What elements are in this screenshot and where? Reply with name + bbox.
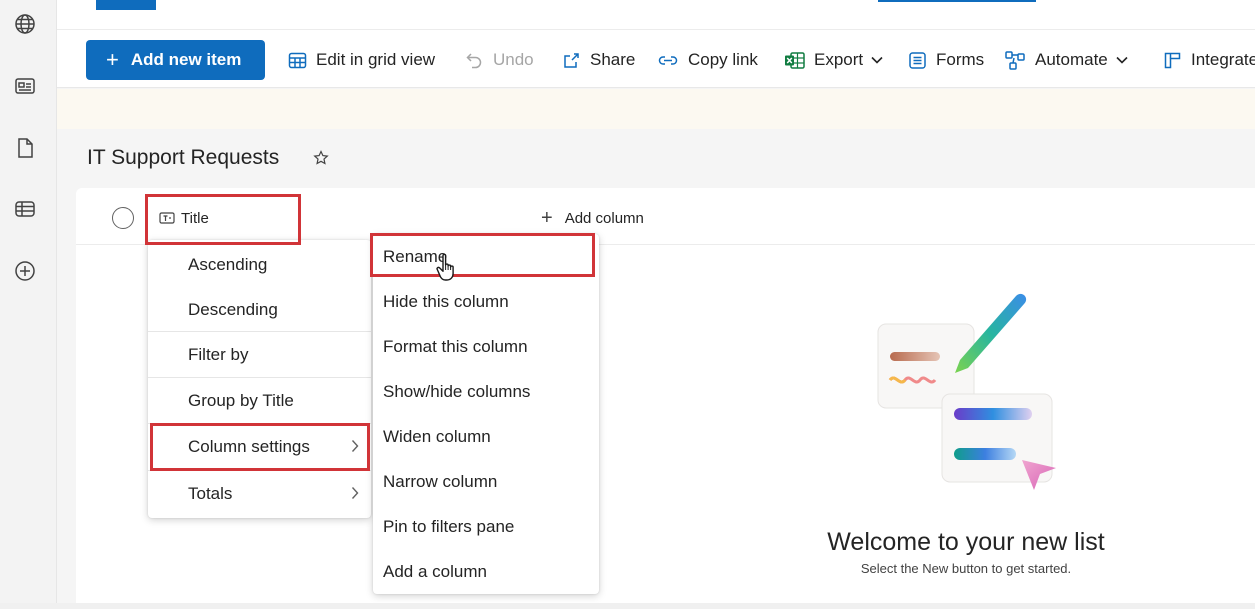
menu-item-totals[interactable]: Totals <box>148 471 371 517</box>
undo-button[interactable]: Undo <box>465 48 534 72</box>
add-column-button[interactable]: + Add column <box>541 207 644 229</box>
excel-icon <box>785 51 805 69</box>
submenu-item-narrow-column[interactable]: Narrow column <box>373 459 599 504</box>
star-icon[interactable] <box>313 150 329 171</box>
menu-item-filter-by[interactable]: Filter by <box>148 332 371 378</box>
export-button[interactable]: Export <box>784 48 892 72</box>
undo-icon <box>466 52 482 68</box>
bottom-edge <box>0 603 1255 609</box>
list-icon[interactable] <box>12 196 38 222</box>
menu-item-group-by-title[interactable]: Group by Title <box>148 378 371 424</box>
submenu-item-show-hide-columns[interactable]: Show/hide columns <box>373 369 599 414</box>
add-new-item-button[interactable]: + Add new item <box>86 40 265 80</box>
menu-item-descending[interactable]: Descending <box>148 287 371 333</box>
submenu-item-add-column[interactable]: Add a column <box>373 549 599 594</box>
hand-cursor-icon <box>435 252 461 287</box>
globe-icon[interactable] <box>12 11 38 37</box>
news-icon[interactable] <box>12 73 38 99</box>
submenu-item-widen-column[interactable]: Widen column <box>373 414 599 459</box>
empty-list-illustration <box>872 290 1072 505</box>
chevron-down-icon <box>1116 56 1128 64</box>
edit-grid-view-button[interactable]: Edit in grid view <box>288 48 435 72</box>
list-header-row <box>76 188 1255 245</box>
submenu-item-format-column[interactable]: Format this column <box>373 324 599 369</box>
menu-item-column-settings[interactable]: Column settings <box>148 424 371 470</box>
chevron-right-icon <box>351 438 359 458</box>
grid-icon <box>288 52 307 68</box>
plus-icon: + <box>541 207 553 229</box>
select-all-checkbox[interactable] <box>112 207 134 229</box>
empty-state-subtext: Select the New button to get started. <box>860 561 1072 576</box>
integrate-button[interactable]: Integrate <box>1163 48 1255 72</box>
empty-state-heading: Welcome to your new list <box>827 528 1105 556</box>
submenu-item-rename[interactable]: Rename <box>373 234 599 279</box>
automate-button[interactable]: Automate <box>1004 48 1137 72</box>
page-title: IT Support Requests <box>87 146 280 169</box>
left-rail <box>0 0 57 609</box>
share-button[interactable]: Share <box>562 48 635 72</box>
column-header-title[interactable]: Title <box>159 207 209 229</box>
chevron-down-icon <box>871 56 883 64</box>
forms-icon <box>909 51 926 69</box>
chevron-right-icon <box>351 485 359 505</box>
command-bar: + Add new item Edit in grid view Undo Sh… <box>57 30 1255 88</box>
column-settings-submenu: Rename Hide this column Format this colu… <box>373 234 599 594</box>
submenu-item-hide-column[interactable]: Hide this column <box>373 279 599 324</box>
plus-icon: + <box>106 47 119 72</box>
document-icon[interactable] <box>12 135 38 161</box>
text-column-icon <box>159 212 175 224</box>
header-band <box>57 89 1255 129</box>
column-context-menu: Ascending Descending Filter by Group by … <box>148 240 371 518</box>
forms-button[interactable]: Forms <box>908 48 984 72</box>
top-tab-indicator[interactable] <box>96 0 156 10</box>
automate-icon <box>1005 50 1025 70</box>
share-icon <box>564 52 579 68</box>
menu-item-ascending[interactable]: Ascending <box>148 242 371 288</box>
integrate-icon <box>1164 52 1181 68</box>
add-circle-icon[interactable] <box>12 258 38 284</box>
top-bar <box>57 0 1255 30</box>
link-icon <box>658 55 678 65</box>
copy-link-button[interactable]: Copy link <box>657 48 758 72</box>
top-link-underline <box>878 0 1036 2</box>
submenu-item-pin-filters[interactable]: Pin to filters pane <box>373 504 599 549</box>
add-new-item-label: Add new item <box>130 50 242 69</box>
